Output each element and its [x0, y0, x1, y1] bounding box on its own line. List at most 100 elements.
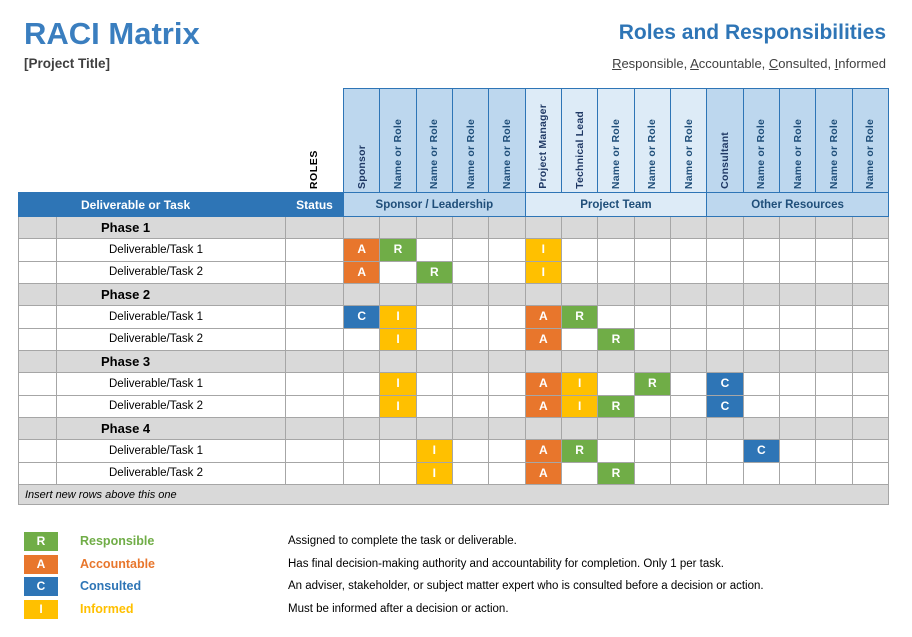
- raci-cell[interactable]: R: [560, 439, 599, 463]
- raci-cell[interactable]: [488, 394, 526, 418]
- raci-cell[interactable]: [778, 238, 817, 262]
- raci-cell[interactable]: [851, 461, 889, 485]
- raci-cell[interactable]: I: [560, 394, 599, 418]
- role-column-header-2[interactable]: Name or Role: [415, 88, 453, 193]
- raci-cell[interactable]: [488, 461, 526, 485]
- raci-cell[interactable]: R: [633, 372, 671, 396]
- raci-cell[interactable]: [778, 461, 817, 485]
- raci-cell[interactable]: R: [597, 461, 635, 485]
- task-status-cell[interactable]: [285, 305, 344, 329]
- role-column-header-9[interactable]: Name or Role: [669, 88, 708, 193]
- raci-cell[interactable]: A: [524, 305, 562, 329]
- raci-cell[interactable]: [815, 372, 853, 396]
- raci-cell[interactable]: I: [379, 394, 417, 418]
- raci-cell[interactable]: [379, 461, 417, 485]
- raci-cell[interactable]: [633, 260, 671, 284]
- raci-cell[interactable]: [560, 260, 599, 284]
- task-name-cell[interactable]: Deliverable/Task 2: [56, 461, 286, 485]
- phase-label[interactable]: Phase 4: [56, 417, 286, 440]
- role-column-header-7[interactable]: Name or Role: [597, 88, 635, 193]
- raci-cell[interactable]: A: [524, 327, 562, 351]
- raci-cell[interactable]: [742, 372, 780, 396]
- raci-cell[interactable]: [815, 461, 853, 485]
- raci-cell[interactable]: C: [706, 394, 744, 418]
- role-column-header-6[interactable]: Technical Lead: [560, 88, 599, 193]
- raci-cell[interactable]: [742, 327, 780, 351]
- raci-cell[interactable]: [778, 372, 817, 396]
- task-name-cell[interactable]: Deliverable/Task 1: [56, 372, 286, 396]
- raci-cell[interactable]: [415, 238, 453, 262]
- raci-cell[interactable]: [742, 305, 780, 329]
- raci-cell[interactable]: [415, 327, 453, 351]
- raci-cell[interactable]: [560, 327, 599, 351]
- task-name-cell[interactable]: Deliverable/Task 1: [56, 238, 286, 262]
- raci-cell[interactable]: [597, 439, 635, 463]
- raci-cell[interactable]: [488, 260, 526, 284]
- raci-cell[interactable]: [342, 461, 381, 485]
- raci-cell[interactable]: [451, 372, 490, 396]
- raci-cell[interactable]: [415, 394, 453, 418]
- phase-label[interactable]: Phase 1: [56, 216, 286, 239]
- raci-cell[interactable]: [669, 305, 708, 329]
- raci-cell[interactable]: R: [597, 394, 635, 418]
- raci-cell[interactable]: [742, 394, 780, 418]
- role-column-header-11[interactable]: Name or Role: [742, 88, 780, 193]
- raci-cell[interactable]: [633, 238, 671, 262]
- role-column-header-10[interactable]: Consultant: [706, 88, 744, 193]
- raci-cell[interactable]: [342, 327, 381, 351]
- raci-cell[interactable]: A: [524, 461, 562, 485]
- raci-cell[interactable]: [342, 394, 381, 418]
- raci-cell[interactable]: [597, 305, 635, 329]
- role-column-header-14[interactable]: Name or Role: [851, 88, 889, 193]
- raci-cell[interactable]: [379, 260, 417, 284]
- raci-cell[interactable]: [815, 238, 853, 262]
- raci-cell[interactable]: [742, 238, 780, 262]
- raci-cell[interactable]: I: [524, 238, 562, 262]
- task-status-cell[interactable]: [285, 439, 344, 463]
- raci-cell[interactable]: I: [560, 372, 599, 396]
- task-status-cell[interactable]: [285, 372, 344, 396]
- raci-cell[interactable]: [669, 394, 708, 418]
- role-column-header-0[interactable]: Sponsor: [342, 88, 381, 193]
- raci-cell[interactable]: [706, 260, 744, 284]
- task-status-cell[interactable]: [285, 394, 344, 418]
- raci-cell[interactable]: [633, 439, 671, 463]
- raci-cell[interactable]: [851, 394, 889, 418]
- raci-cell[interactable]: [815, 394, 853, 418]
- task-status-cell[interactable]: [285, 238, 344, 262]
- role-column-header-3[interactable]: Name or Role: [451, 88, 490, 193]
- phase-label[interactable]: Phase 2: [56, 283, 286, 306]
- task-status-cell[interactable]: [285, 327, 344, 351]
- raci-cell[interactable]: [742, 260, 780, 284]
- role-column-header-12[interactable]: Name or Role: [778, 88, 817, 193]
- raci-cell[interactable]: [488, 238, 526, 262]
- raci-cell[interactable]: [415, 372, 453, 396]
- raci-cell[interactable]: [488, 305, 526, 329]
- raci-cell[interactable]: C: [342, 305, 381, 329]
- raci-cell[interactable]: I: [524, 260, 562, 284]
- raci-cell[interactable]: [451, 327, 490, 351]
- phase-label[interactable]: Phase 3: [56, 350, 286, 373]
- raci-cell[interactable]: R: [415, 260, 453, 284]
- raci-cell[interactable]: [451, 238, 490, 262]
- raci-cell[interactable]: [851, 372, 889, 396]
- raci-cell[interactable]: [706, 305, 744, 329]
- raci-cell[interactable]: R: [379, 238, 417, 262]
- raci-cell[interactable]: [633, 461, 671, 485]
- raci-cell[interactable]: [451, 260, 490, 284]
- raci-cell[interactable]: [597, 260, 635, 284]
- raci-cell[interactable]: [706, 439, 744, 463]
- raci-cell[interactable]: [488, 372, 526, 396]
- raci-cell[interactable]: R: [597, 327, 635, 351]
- raci-cell[interactable]: C: [706, 372, 744, 396]
- role-group-header-2[interactable]: Other Resources: [706, 192, 889, 217]
- raci-cell[interactable]: A: [524, 372, 562, 396]
- raci-cell[interactable]: [451, 305, 490, 329]
- raci-cell[interactable]: [851, 439, 889, 463]
- role-column-header-8[interactable]: Name or Role: [633, 88, 671, 193]
- raci-cell[interactable]: [851, 238, 889, 262]
- raci-cell[interactable]: [851, 327, 889, 351]
- raci-cell[interactable]: I: [379, 372, 417, 396]
- task-name-cell[interactable]: Deliverable/Task 1: [56, 305, 286, 329]
- raci-cell[interactable]: [742, 461, 780, 485]
